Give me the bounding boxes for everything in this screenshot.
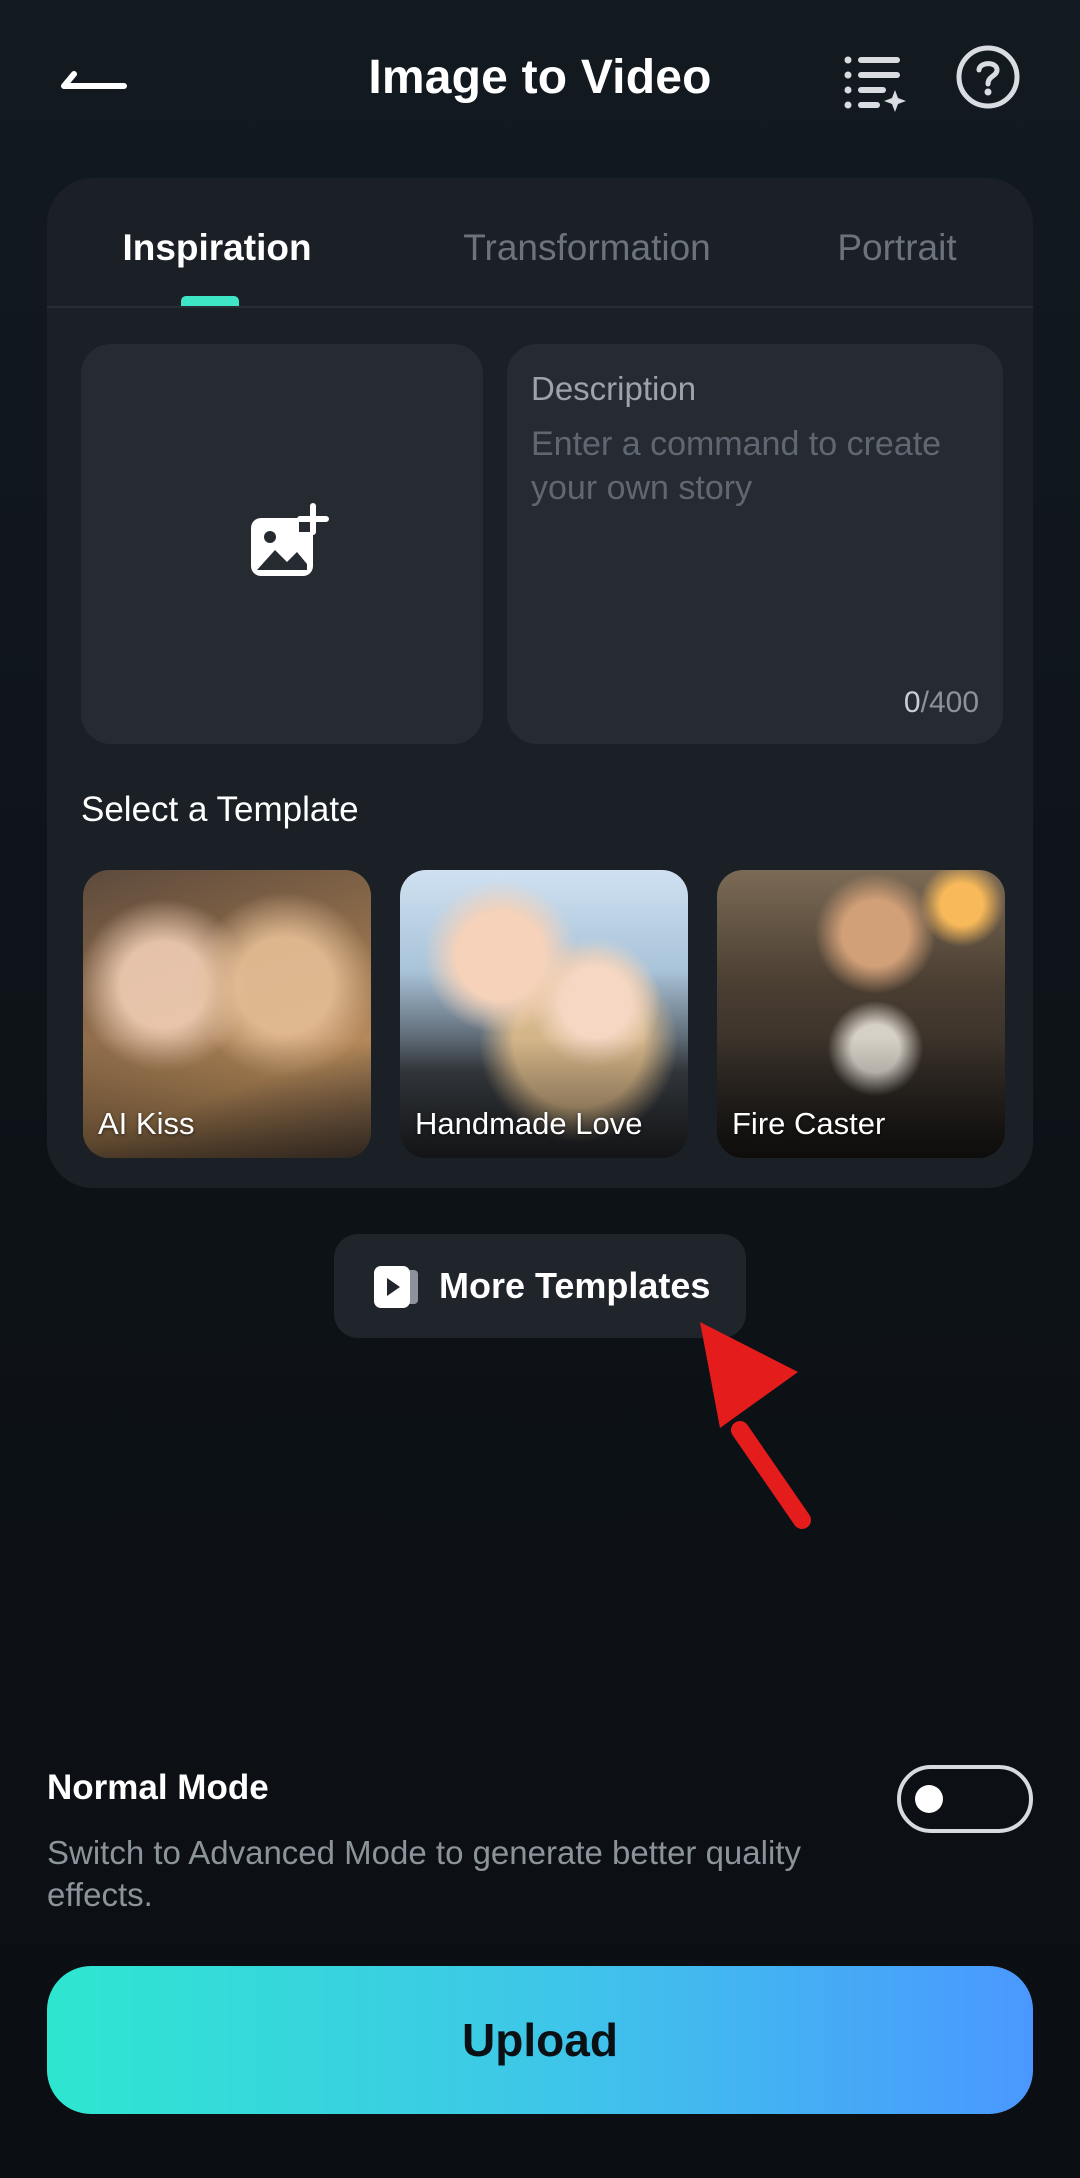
select-template-label: Select a Template bbox=[81, 790, 359, 829]
character-max: /400 bbox=[920, 686, 979, 719]
image-upload-area[interactable] bbox=[81, 344, 483, 744]
help-icon bbox=[956, 45, 1020, 109]
mode-description: Switch to Advanced Mode to generate bett… bbox=[47, 1834, 801, 1913]
character-counter: 0/400 bbox=[904, 686, 979, 720]
tab-divider bbox=[47, 306, 1033, 308]
page-title: Image to Video bbox=[368, 51, 712, 104]
help-button[interactable] bbox=[955, 44, 1021, 110]
description-input[interactable]: Enter a command to create your own story bbox=[531, 422, 951, 532]
annotation-arrow-icon bbox=[700, 1322, 811, 1529]
add-image-icon bbox=[251, 503, 329, 576]
template-label: Handmade Love bbox=[415, 1106, 643, 1141]
description-label: Description bbox=[531, 370, 697, 407]
generator-card: Inspiration Transformation Portrait Desc… bbox=[47, 178, 1033, 1188]
toggle-knob bbox=[915, 1785, 943, 1813]
mode-title: Normal Mode bbox=[47, 1768, 269, 1807]
tab-transformation[interactable]: Transformation bbox=[377, 218, 797, 278]
more-templates-label: More Templates bbox=[439, 1265, 711, 1306]
video-template-icon bbox=[374, 1266, 418, 1308]
more-templates-button[interactable]: More Templates bbox=[334, 1234, 746, 1338]
ai-list-button[interactable] bbox=[842, 48, 908, 114]
template-card-fire-caster[interactable]: Fire Caster bbox=[717, 870, 1005, 1158]
template-card-handmade-love[interactable]: Handmade Love bbox=[400, 870, 688, 1158]
tab-inspiration[interactable]: Inspiration bbox=[87, 218, 347, 278]
template-label: AI Kiss bbox=[98, 1106, 195, 1141]
description-box: Description Enter a command to create yo… bbox=[507, 344, 1003, 744]
upload-label: Upload bbox=[462, 2014, 618, 2066]
tab-portrait[interactable]: Portrait bbox=[787, 218, 1007, 278]
character-count: 0 bbox=[903, 686, 921, 719]
advanced-mode-toggle[interactable] bbox=[897, 1765, 1033, 1833]
active-tab-indicator bbox=[181, 296, 239, 306]
template-label: Fire Caster bbox=[732, 1106, 886, 1141]
upload-button[interactable]: Upload bbox=[47, 1966, 1033, 2114]
ai-list-icon bbox=[844, 56, 906, 112]
template-card-ai-kiss[interactable]: AI Kiss bbox=[83, 870, 371, 1158]
